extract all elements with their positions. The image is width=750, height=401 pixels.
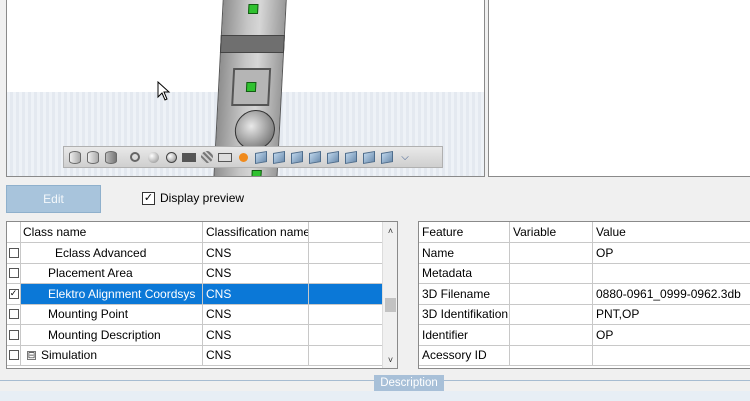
mouse-cursor-icon [157, 81, 171, 101]
chevron-down-icon[interactable]: ⌵ [397, 149, 413, 165]
feature-cell: 3D Identifikation [419, 304, 510, 325]
cylinder-icon[interactable] [67, 149, 83, 165]
cube-icon[interactable] [361, 149, 377, 165]
description-tab[interactable]: Description [374, 375, 444, 391]
frame-icon[interactable] [181, 149, 197, 165]
cube-icon[interactable] [343, 149, 359, 165]
feature-cell: Acessory ID [419, 345, 510, 366]
row-checkbox[interactable] [8, 309, 19, 320]
3d-preview-panel[interactable]: ⌵ [6, 0, 485, 177]
cube-icon[interactable] [379, 149, 395, 165]
feature-cell: Name [419, 243, 510, 264]
class-name-cell: Placement Area [21, 263, 203, 284]
variable-cell[interactable] [510, 284, 593, 305]
feature-cell: 3D Filename [419, 284, 510, 305]
zoom-icon[interactable] [127, 149, 143, 165]
table-row[interactable]: ⊟ Simulation CNS [7, 345, 383, 366]
table-row-selected[interactable]: ✓ Elektro Alignment Coordsys CNS [7, 284, 383, 305]
column-header-feature[interactable]: Feature [419, 222, 510, 243]
classification-cell: CNS [203, 325, 309, 346]
cube-icon[interactable] [253, 149, 269, 165]
classification-cell: CNS [203, 345, 309, 366]
variable-cell[interactable] [510, 243, 593, 264]
display-preview-toggle[interactable]: ✓ Display preview [142, 191, 244, 205]
table-row[interactable]: Identifier OP [419, 325, 750, 346]
variable-cell[interactable] [510, 304, 593, 325]
row-checkbox[interactable] [8, 247, 19, 258]
table-row[interactable]: Eclass Advanced CNS [7, 243, 383, 264]
display-preview-checkbox[interactable]: ✓ [142, 191, 155, 205]
rotate-icon[interactable] [163, 149, 179, 165]
tree-collapse-icon[interactable]: ⊟ [27, 350, 36, 360]
value-cell[interactable]: OP [593, 243, 750, 264]
class-name-cell: Mounting Description [21, 325, 203, 346]
cube-icon[interactable] [271, 149, 287, 165]
feature-cell: Metadata [419, 263, 510, 284]
scroll-up-icon[interactable]: ˄ [383, 223, 397, 238]
row-checkbox[interactable] [8, 350, 19, 361]
table-row[interactable]: Mounting Description CNS [7, 325, 383, 346]
value-cell[interactable]: OP [593, 325, 750, 346]
table-row[interactable]: Name OP [419, 243, 750, 264]
column-header-class-name[interactable]: Class name [21, 222, 203, 243]
class-table-header: Class name Classification name [7, 222, 383, 243]
class-name-cell: Eclass Advanced [21, 243, 203, 264]
cube-icon[interactable] [307, 149, 323, 165]
cube-icon[interactable] [289, 149, 305, 165]
value-cell[interactable]: PNT,OP [593, 305, 750, 325]
row-checkbox[interactable] [8, 329, 19, 340]
table-row[interactable]: Metadata [419, 263, 750, 284]
classification-cell: CNS [203, 304, 309, 325]
class-name-cell: Simulation [41, 348, 98, 363]
classification-cell: CNS [203, 243, 309, 264]
feature-table-header: Feature Variable Value [419, 222, 750, 243]
column-header-classification-name[interactable]: Classification name [203, 222, 309, 243]
edit-button[interactable]: Edit [6, 185, 101, 213]
orange-dot-icon[interactable] [235, 149, 251, 165]
box-icon[interactable] [217, 149, 233, 165]
scroll-down-icon[interactable]: ˅ [383, 352, 397, 367]
variable-cell[interactable] [510, 325, 593, 346]
row-checkbox[interactable]: ✓ [8, 288, 19, 299]
table-row[interactable]: Acessory ID [419, 345, 750, 366]
value-cell[interactable] [593, 264, 750, 284]
column-header-variable[interactable]: Variable [510, 222, 593, 243]
row-checkbox[interactable] [8, 268, 19, 279]
feature-cell: Identifier [419, 325, 510, 346]
description-panel [0, 391, 750, 401]
table-row[interactable]: Placement Area CNS [7, 263, 383, 284]
side-preview-panel [488, 0, 750, 177]
table-row[interactable]: Mounting Point CNS [7, 304, 383, 325]
classification-cell: CNS [203, 284, 309, 305]
sphere-icon[interactable] [145, 149, 161, 165]
variable-cell[interactable] [510, 263, 593, 284]
class-name-cell: Elektro Alignment Coordsys [21, 284, 203, 305]
variable-cell[interactable] [510, 345, 593, 366]
viewer-toolbar: ⌵ [63, 146, 443, 168]
class-name-cell: Mounting Point [21, 304, 203, 325]
grid-sphere-icon[interactable] [199, 149, 215, 165]
display-preview-label: Display preview [160, 191, 245, 205]
value-cell[interactable]: 0880-0961_0999-0962.3db [593, 284, 750, 305]
scroll-thumb[interactable] [385, 298, 396, 312]
cylinder-dark-icon[interactable] [103, 149, 119, 165]
table-row[interactable]: 3D Identifikation PNT,OP [419, 304, 750, 325]
cylinder-icon[interactable] [85, 149, 101, 165]
value-cell[interactable] [593, 346, 750, 366]
feature-table: Feature Variable Value Name OP Metadata … [418, 221, 750, 369]
column-header-value[interactable]: Value [593, 222, 750, 243]
cube-icon[interactable] [325, 149, 341, 165]
classification-cell: CNS [203, 263, 309, 284]
class-table-scrollbar[interactable]: ˄ ˅ [382, 222, 397, 368]
class-table: Class name Classification name Eclass Ad… [6, 221, 398, 369]
table-row[interactable]: 3D Filename 0880-0961_0999-0962.3db [419, 284, 750, 305]
